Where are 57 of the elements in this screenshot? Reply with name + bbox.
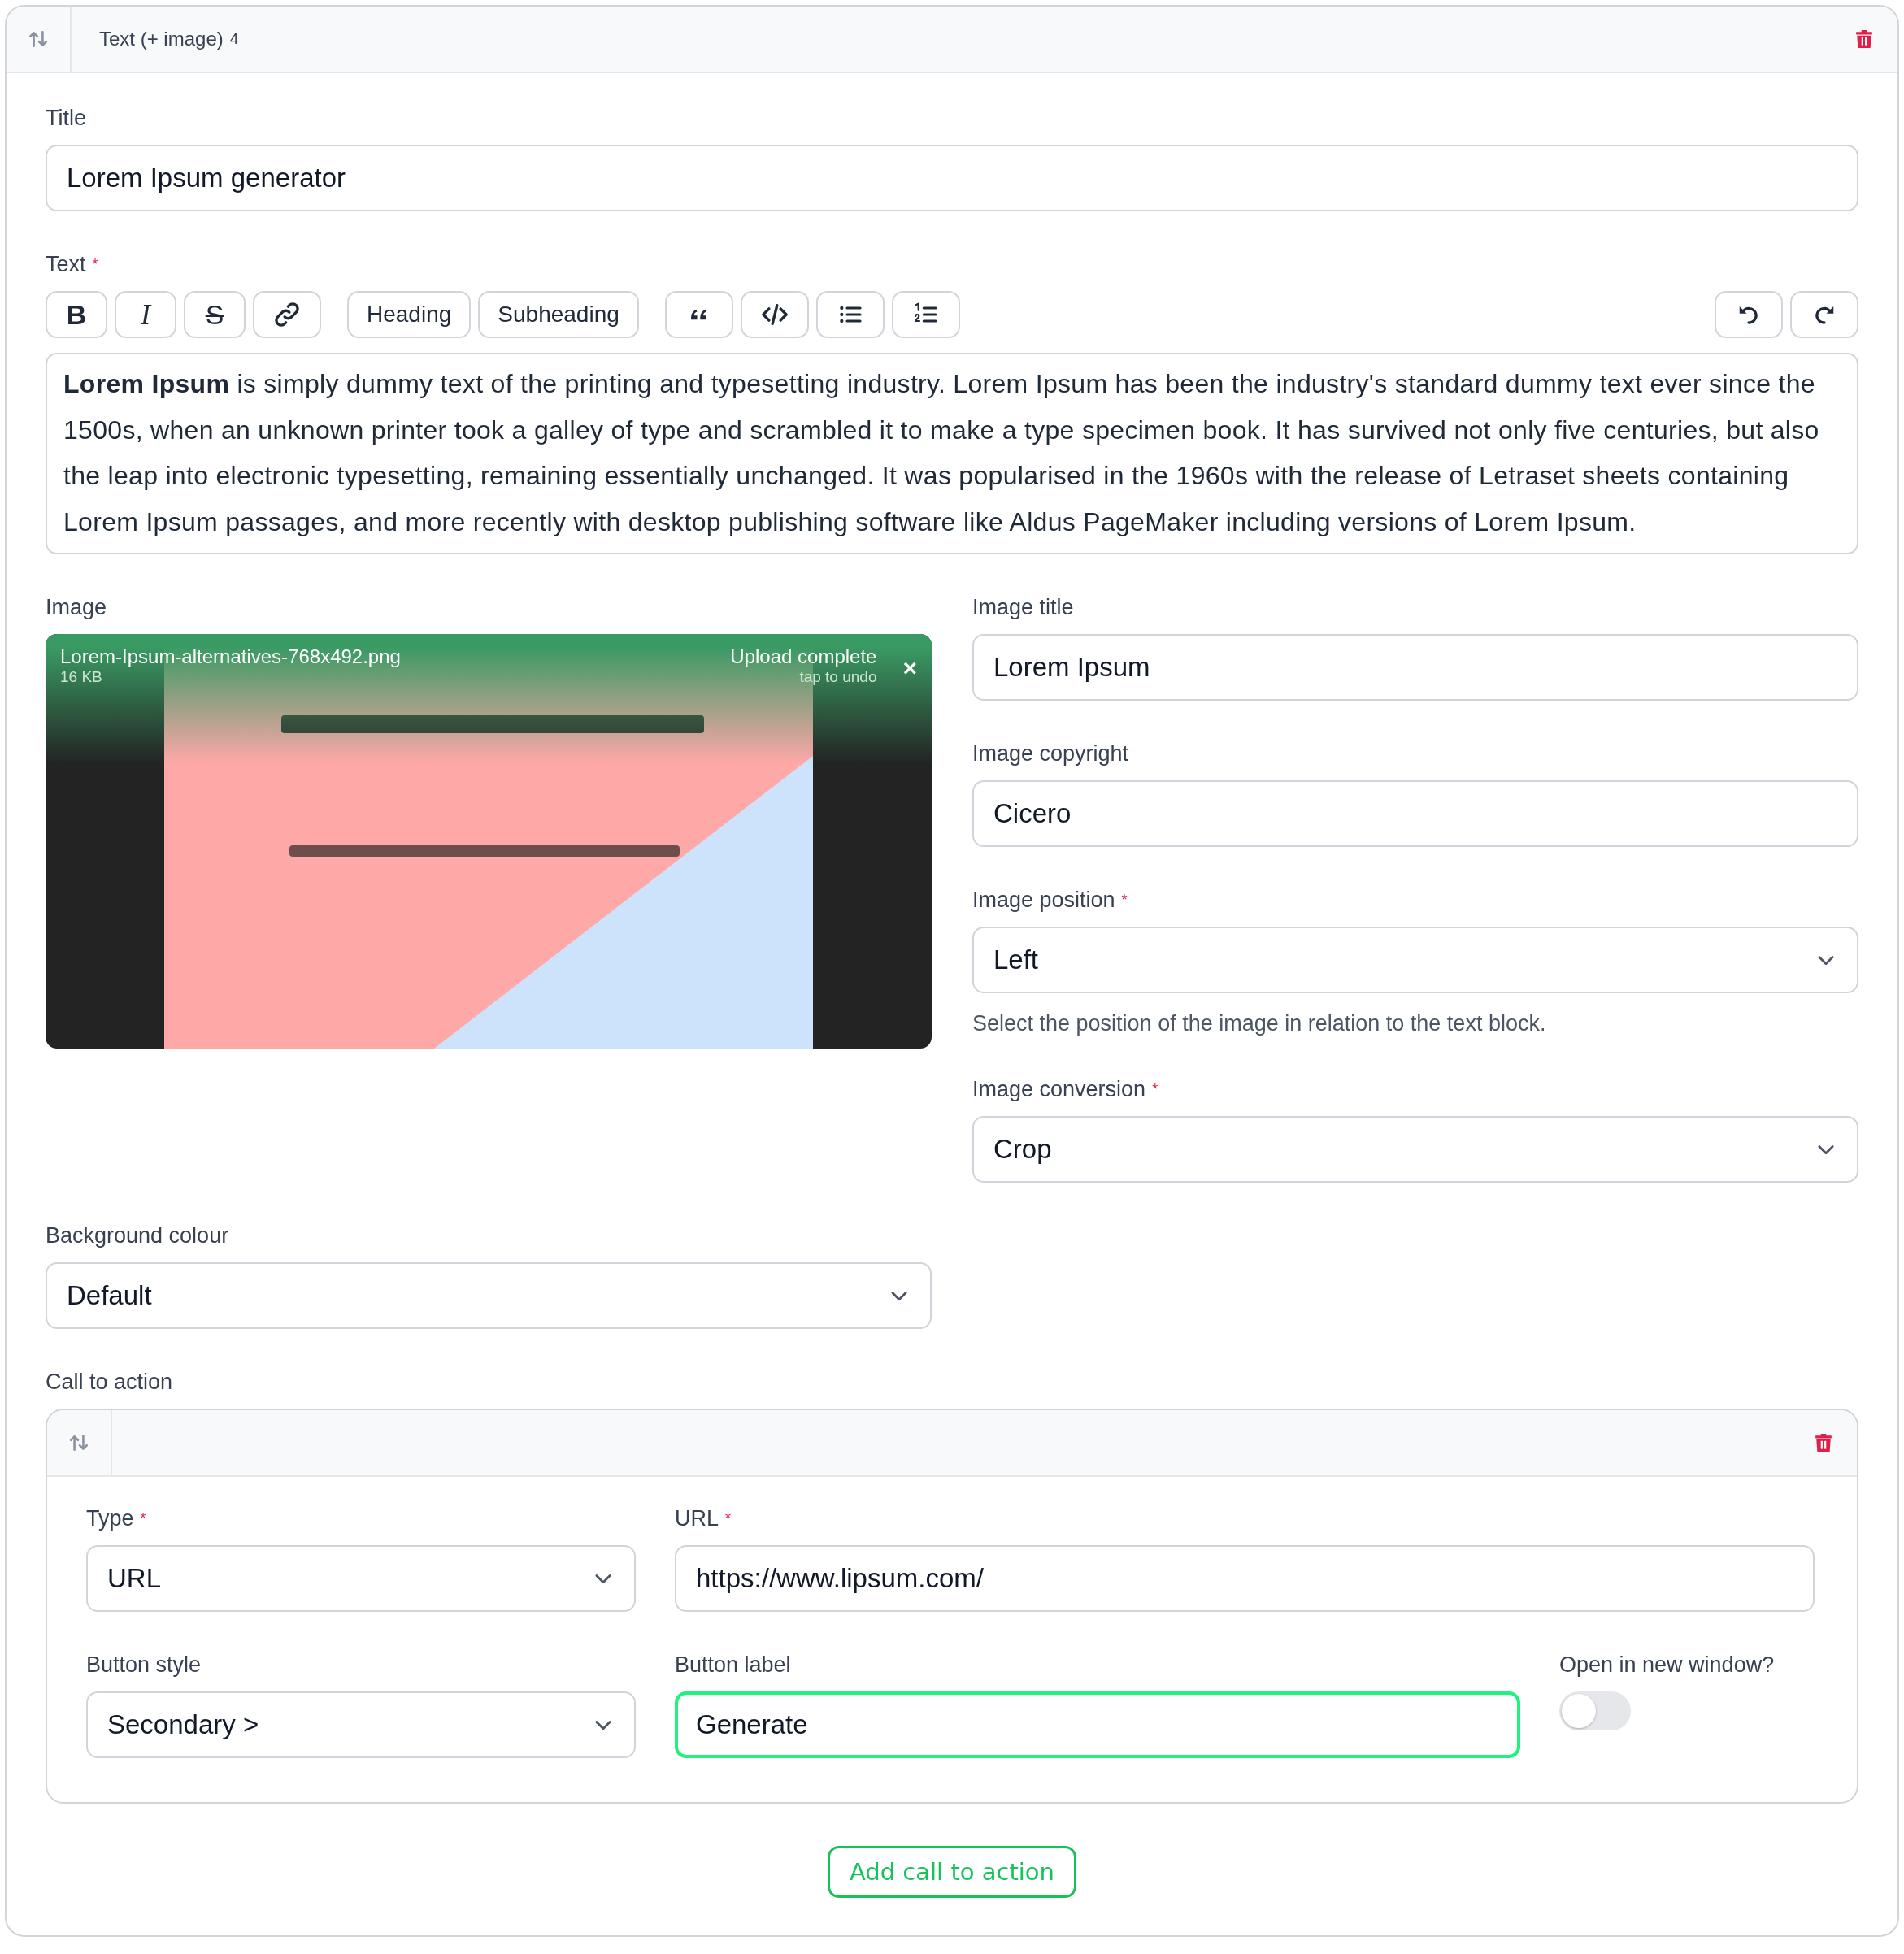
toolbar-button[interactable] bbox=[1790, 291, 1858, 338]
toolbar-button[interactable] bbox=[664, 291, 733, 338]
trash-icon[interactable] bbox=[1855, 29, 1873, 49]
toolbar-button[interactable] bbox=[253, 291, 321, 338]
sort-icon[interactable] bbox=[68, 1432, 89, 1453]
file-size: 16 KB bbox=[60, 668, 103, 686]
field-label: Image conversion bbox=[972, 1077, 1146, 1102]
required-asterisk: * bbox=[1121, 891, 1128, 910]
toolbar-button[interactable] bbox=[891, 291, 960, 338]
sort-icon[interactable] bbox=[28, 28, 49, 50]
input-field[interactable]: Generate bbox=[675, 1691, 1520, 1758]
required-asterisk: * bbox=[140, 1509, 146, 1528]
toolbar-button[interactable] bbox=[1715, 291, 1783, 338]
select-field[interactable]: Crop bbox=[972, 1116, 1858, 1183]
paragraph: Lorem Ipsum is simply dummy text of the printing and typesetting industry. Lorem Ipsum has been the industry's standard dummy text ever since the 1500s, when an unknown printer took a galley of type and scrambled it to make a type specimen book. It has survived not only five centuries, but also the leap into electronic typesetting, remaining essentially unchanged. It was popularised in the 1960s with the release of Letraset sheets containing Lorem Ipsum passages, and more recently with desktop publishing software like Aldus PageMaker including versions of Lorem Ipsum. bbox=[63, 368, 1820, 538]
input-field[interactable]: Lorem Ipsum bbox=[972, 634, 1858, 701]
field-label: Text bbox=[46, 252, 86, 277]
close-button[interactable]: × bbox=[902, 650, 917, 686]
field-label: Title bbox=[46, 106, 86, 131]
field-label: Image copyright bbox=[972, 741, 1129, 766]
toolbar-button[interactable] bbox=[815, 291, 885, 338]
required-asterisk: * bbox=[92, 255, 98, 274]
text-editor[interactable] bbox=[46, 353, 1858, 554]
field-label: Image title bbox=[972, 595, 1074, 620]
field-label: URL bbox=[675, 1506, 719, 1531]
input-field[interactable]: Lorem Ipsum generator bbox=[46, 145, 1858, 211]
block-count: 4 bbox=[229, 30, 239, 48]
section-label: Call to action bbox=[46, 1370, 173, 1395]
strikethrough-button[interactable]: S bbox=[184, 291, 246, 338]
field-label: Background colour bbox=[46, 1223, 229, 1248]
field-label: Type bbox=[86, 1506, 134, 1531]
input-field[interactable]: https://www.lipsum.com/ bbox=[675, 1545, 1815, 1612]
field-label: Image bbox=[46, 595, 107, 620]
field-label: Open in new window? bbox=[1559, 1652, 1775, 1678]
field-label: Button label bbox=[675, 1652, 791, 1678]
format-button[interactable]: Subheading bbox=[478, 291, 639, 338]
upload-status: Upload complete bbox=[730, 645, 877, 668]
input-field[interactable]: Cicero bbox=[972, 780, 1858, 847]
link-icon bbox=[273, 301, 301, 328]
italic-button[interactable]: I bbox=[115, 291, 176, 338]
select-field[interactable]: Left bbox=[972, 927, 1858, 993]
help-text: Select the position of the image in relation to the text block. bbox=[972, 1011, 1547, 1036]
select-field[interactable]: Default bbox=[46, 1262, 932, 1329]
required-asterisk: * bbox=[1152, 1080, 1158, 1099]
format-button[interactable]: Heading bbox=[347, 291, 472, 338]
field-label: Image position bbox=[972, 888, 1115, 913]
select-field[interactable]: URL bbox=[86, 1545, 636, 1612]
field-label: Button style bbox=[86, 1652, 202, 1678]
toolbar-button[interactable] bbox=[740, 291, 809, 338]
trash-icon[interactable] bbox=[1815, 1433, 1832, 1452]
file-name: Lorem-Ipsum-alternatives-768x492.png bbox=[60, 645, 401, 668]
undo-hint[interactable]: tap to undo bbox=[799, 668, 877, 686]
required-asterisk: * bbox=[725, 1509, 732, 1528]
toggle-switch[interactable] bbox=[1559, 1691, 1631, 1730]
block-title: Text (+ image) bbox=[99, 28, 224, 50]
select-field[interactable]: Secondary > bbox=[86, 1691, 636, 1758]
bold-button[interactable]: B bbox=[46, 291, 107, 338]
